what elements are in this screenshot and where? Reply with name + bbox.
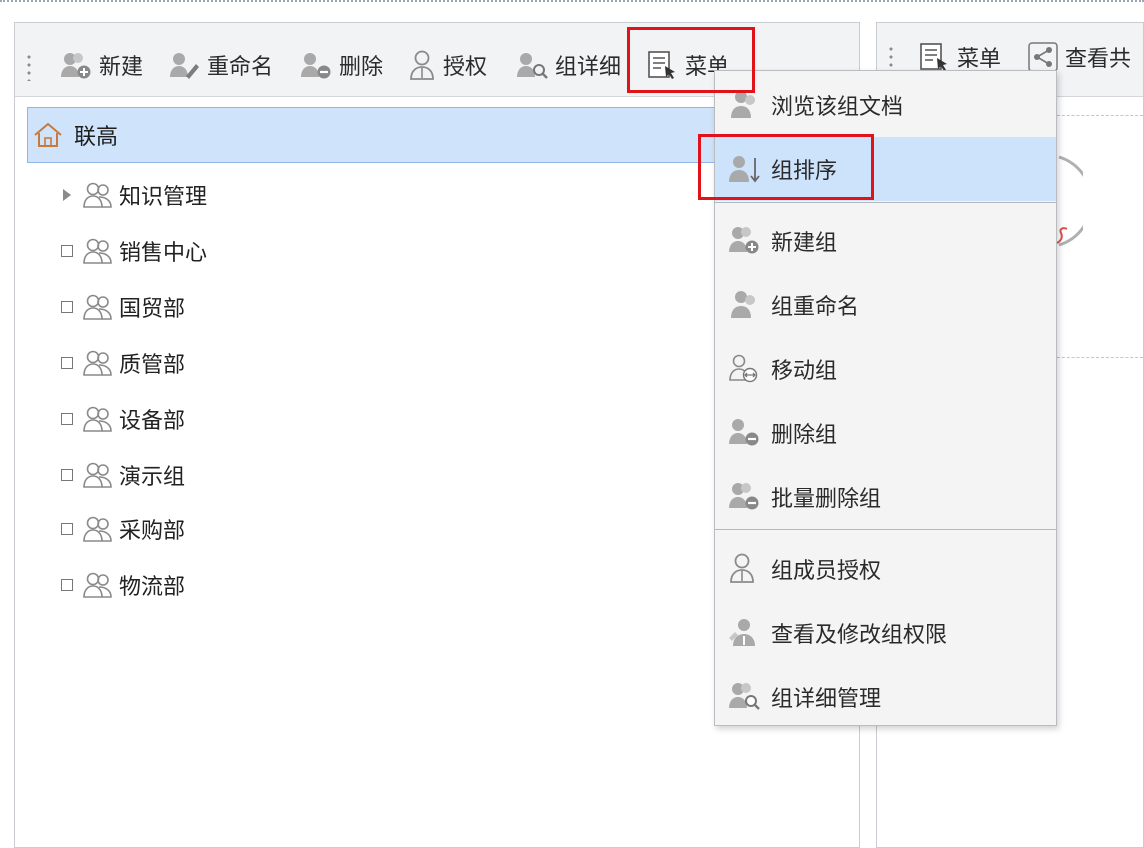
- tree-item-logistics[interactable]: 物流部: [59, 565, 185, 605]
- sort-group-icon: [729, 156, 760, 183]
- add-group-icon: [61, 53, 91, 79]
- rename-button-label: 重命名: [207, 55, 274, 80]
- tree-item-trade[interactable]: 国贸部: [59, 287, 185, 327]
- menu-item-label: 移动组: [771, 359, 838, 384]
- delete-group-icon: [729, 419, 759, 446]
- authorize-user-icon: [410, 50, 434, 80]
- menu-item-member-authorize[interactable]: 组成员授权: [715, 537, 1056, 601]
- tree-checkbox[interactable]: [61, 245, 73, 257]
- menu-item-label: 查看及修改组权限: [771, 623, 948, 648]
- tree-item-label: 设备部: [119, 409, 186, 434]
- rename-group-icon: [731, 291, 755, 318]
- tree-checkbox[interactable]: [61, 469, 73, 481]
- authorize-button-label: 授权: [443, 55, 488, 80]
- menu-item-sort-group[interactable]: 组排序: [715, 137, 1056, 201]
- tree-item-demo[interactable]: 演示组: [59, 455, 185, 495]
- group-permission-icon: [729, 619, 755, 646]
- context-menu: 浏览该组文档 组排序 新建组 组重命名 移动组 删除组 批量删除组 组成员授权 …: [714, 70, 1057, 726]
- menu-item-group-detail[interactable]: 组详细管理: [715, 665, 1056, 729]
- tree-item-purchasing[interactable]: 采购部: [59, 509, 185, 549]
- group-icon: [83, 462, 112, 488]
- tree-item-label: 销售中心: [119, 241, 208, 266]
- group-detail-icon: [729, 683, 760, 710]
- tree-root-label: 联高: [74, 125, 119, 150]
- menu-separator: [715, 202, 1056, 203]
- menu-item-label: 组详细管理: [771, 687, 882, 712]
- group-icon: [83, 350, 112, 376]
- tree-item-equipment[interactable]: 设备部: [59, 399, 185, 439]
- tree-item-quality[interactable]: 质管部: [59, 343, 185, 383]
- tree-item-sales[interactable]: 销售中心: [59, 231, 207, 271]
- rename-group-icon: [170, 53, 199, 79]
- group-icon: [83, 294, 112, 320]
- menu-item-browse-docs[interactable]: 浏览该组文档: [715, 73, 1056, 137]
- group-detail-icon: [517, 53, 548, 79]
- menu-item-move-group[interactable]: 移动组: [715, 337, 1056, 401]
- batch-delete-group-icon: [729, 483, 759, 510]
- browse-group-docs-icon: [731, 91, 755, 118]
- delete-button-label: 删除: [339, 55, 384, 80]
- menu-item-label: 组排序: [771, 159, 838, 184]
- toolbar-grip-handle[interactable]: [889, 45, 893, 73]
- group-icon: [83, 516, 112, 542]
- menu-item-new-group[interactable]: 新建组: [715, 209, 1056, 273]
- menu-item-rename-group[interactable]: 组重命名: [715, 273, 1056, 337]
- move-group-icon: [729, 354, 758, 383]
- authorize-button[interactable]: 授权: [407, 47, 487, 83]
- tree-checkbox[interactable]: [61, 413, 73, 425]
- menu-doc-icon: [648, 51, 675, 79]
- divider-line: [1057, 115, 1143, 116]
- view-share-button-label: 查看共: [1065, 47, 1132, 72]
- menu-item-batch-delete-group[interactable]: 批量删除组: [715, 465, 1056, 529]
- menu-item-label: 批量删除组: [771, 487, 882, 512]
- group-icon: [83, 572, 112, 598]
- add-group-icon: [729, 227, 759, 254]
- group-icon: [83, 238, 112, 264]
- menu-item-label: 组重命名: [771, 295, 860, 320]
- group-detail-button-label: 组详细: [555, 55, 622, 80]
- group-detail-button[interactable]: 组详细: [515, 47, 621, 83]
- member-authorize-icon: [730, 553, 754, 583]
- avatar-ring-graphic: [1056, 155, 1083, 247]
- tree-item-label: 知识管理: [119, 185, 208, 210]
- tree-item-label: 物流部: [119, 575, 186, 600]
- menu-item-delete-group[interactable]: 删除组: [715, 401, 1056, 465]
- tree-item-knowledge[interactable]: 知识管理: [59, 175, 207, 215]
- window-top-border: [0, 0, 1144, 4]
- delete-button[interactable]: 删除: [299, 47, 383, 83]
- share-icon: [1028, 42, 1058, 72]
- menu-item-label: 浏览该组文档: [771, 95, 904, 120]
- expand-arrow-icon[interactable]: [59, 175, 75, 215]
- toolbar-grip-handle[interactable]: [27, 53, 31, 81]
- tree-checkbox[interactable]: [61, 523, 73, 535]
- tree-checkbox[interactable]: [61, 579, 73, 591]
- tree-item-label: 演示组: [119, 465, 186, 490]
- divider-line: [1057, 357, 1143, 358]
- tree-item-label: 质管部: [119, 353, 186, 378]
- home-icon: [34, 122, 62, 147]
- menu-item-label: 新建组: [771, 231, 838, 256]
- menu-item-label: 删除组: [771, 423, 838, 448]
- menu-item-label: 组成员授权: [771, 559, 882, 584]
- group-icon: [83, 182, 112, 208]
- tree-checkbox[interactable]: [61, 357, 73, 369]
- menu-item-group-permissions[interactable]: 查看及修改组权限: [715, 601, 1056, 665]
- rename-button[interactable]: 重命名: [167, 47, 273, 83]
- right-menu-button-label: 菜单: [957, 47, 1002, 72]
- delete-group-icon: [301, 53, 331, 79]
- menu-doc-icon: [920, 43, 947, 71]
- tree-checkbox[interactable]: [61, 301, 73, 313]
- tree-item-label: 采购部: [119, 519, 186, 544]
- group-icon: [83, 406, 112, 432]
- new-button-label: 新建: [99, 55, 144, 80]
- menu-separator: [715, 529, 1056, 530]
- tree-item-label: 国贸部: [119, 297, 186, 322]
- new-button[interactable]: 新建: [59, 47, 143, 83]
